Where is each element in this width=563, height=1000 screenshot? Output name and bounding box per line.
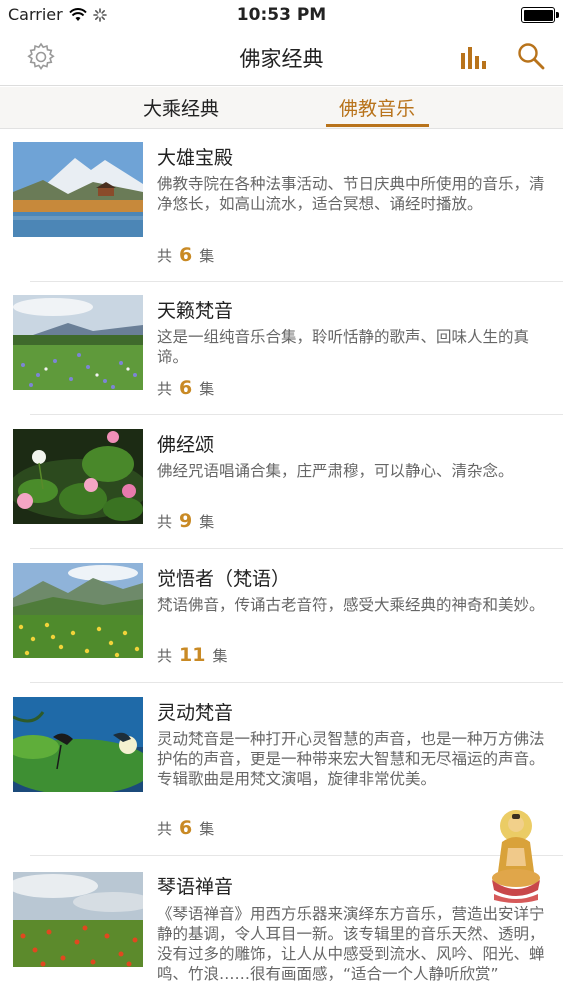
count-number: 11 (179, 644, 206, 666)
count-prefix: 共 (157, 513, 173, 531)
album-description: 灵动梵音是一种打开心灵智慧的声音，也是一种万方佛法护佑的声音，更是一种带来宏大智… (157, 730, 545, 788)
count-suffix: 集 (199, 247, 215, 265)
album-cover-image (13, 142, 143, 237)
battery-icon (521, 7, 559, 23)
nav-bar: 佛家经典 (0, 30, 563, 86)
album-cover-image (13, 872, 143, 967)
list-item[interactable]: 大雄宝殿 佛教寺院在各种法事活动、节日庆典中所使用的音乐，清净悠长，如高山流水，… (0, 130, 563, 282)
episode-count: 共 9 集 (157, 510, 214, 532)
episode-count: 共 11 集 (157, 644, 227, 666)
list-item[interactable]: 佛经颂 佛经咒语唱诵合集，庄严肃穆，可以静心、清杂念。 共 9 集 (0, 415, 563, 549)
count-prefix: 共 (157, 380, 173, 398)
album-cover-image (13, 295, 143, 390)
count-suffix: 集 (199, 820, 215, 838)
episode-count: 共 6 集 (157, 244, 214, 266)
album-title: 灵动梵音 (157, 702, 234, 724)
bar-chart-icon[interactable] (459, 43, 489, 71)
list-item[interactable]: 灵动梵音 灵动梵音是一种打开心灵智慧的声音，也是一种万方佛法护佑的声音，更是一种… (0, 683, 563, 856)
count-suffix: 集 (199, 380, 215, 398)
album-title: 大雄宝殿 (157, 147, 234, 169)
episode-count: 共 6 集 (157, 817, 214, 839)
status-time: 10:53 PM (236, 5, 327, 25)
album-description: 佛教寺院在各种法事活动、节日庆典中所使用的音乐，清净悠长，如高山流水，适合冥想、… (157, 175, 545, 213)
count-number: 6 (179, 377, 193, 399)
album-cover-image (13, 697, 143, 792)
count-prefix: 共 (157, 820, 173, 838)
album-title: 琴语禅音 (157, 876, 234, 898)
list-item[interactable]: 琴语禅音 《琴语禅音》用西方乐器来演绎东方音乐，营造出安详宁静的基调，令人耳目一… (0, 856, 563, 1000)
album-cover-image (13, 563, 143, 658)
album-description: 梵语佛音，传诵古老音符，感受大乘经典的神奇和美妙。 (157, 596, 545, 614)
count-number: 6 (179, 244, 193, 266)
album-title: 觉悟者（梵语） (157, 568, 291, 590)
list-item[interactable]: 天籁梵音 这是一组纯音乐合集，聆听恬静的歌声、回味人生的真谛。 共 6 集 (0, 282, 563, 415)
album-cover-image (13, 429, 143, 524)
album-title: 天籁梵音 (157, 300, 234, 322)
search-icon[interactable] (516, 41, 546, 71)
count-number: 9 (179, 510, 193, 532)
count-suffix: 集 (199, 513, 215, 531)
tab-mahayana-sutras[interactable]: 大乘经典 (143, 94, 219, 121)
count-number: 6 (179, 817, 193, 839)
count-prefix: 共 (157, 647, 173, 665)
now-playing-buddha-icon[interactable] (488, 808, 544, 904)
active-tab-indicator (326, 124, 429, 127)
album-description: 《琴语禅音》用西方乐器来演绎东方音乐，营造出安详宁静的基调，令人耳目一新。该专辑… (157, 905, 545, 983)
episode-count: 共 6 集 (157, 377, 214, 399)
count-suffix: 集 (212, 647, 228, 665)
tab-buddhist-music[interactable]: 佛教音乐 (339, 94, 415, 121)
list-item[interactable]: 觉悟者（梵语） 梵语佛音，传诵古老音符，感受大乘经典的神奇和美妙。 共 11 集 (0, 549, 563, 683)
album-description: 佛经咒语唱诵合集，庄严肃穆，可以静心、清杂念。 (157, 462, 514, 480)
album-description: 这是一组纯音乐合集，聆听恬静的歌声、回味人生的真谛。 (157, 328, 530, 366)
status-bar: Carrier 10:53 PM (0, 0, 563, 30)
album-title: 佛经颂 (157, 434, 215, 456)
segment-tabs: 大乘经典 佛教音乐 (0, 87, 563, 129)
count-prefix: 共 (157, 247, 173, 265)
